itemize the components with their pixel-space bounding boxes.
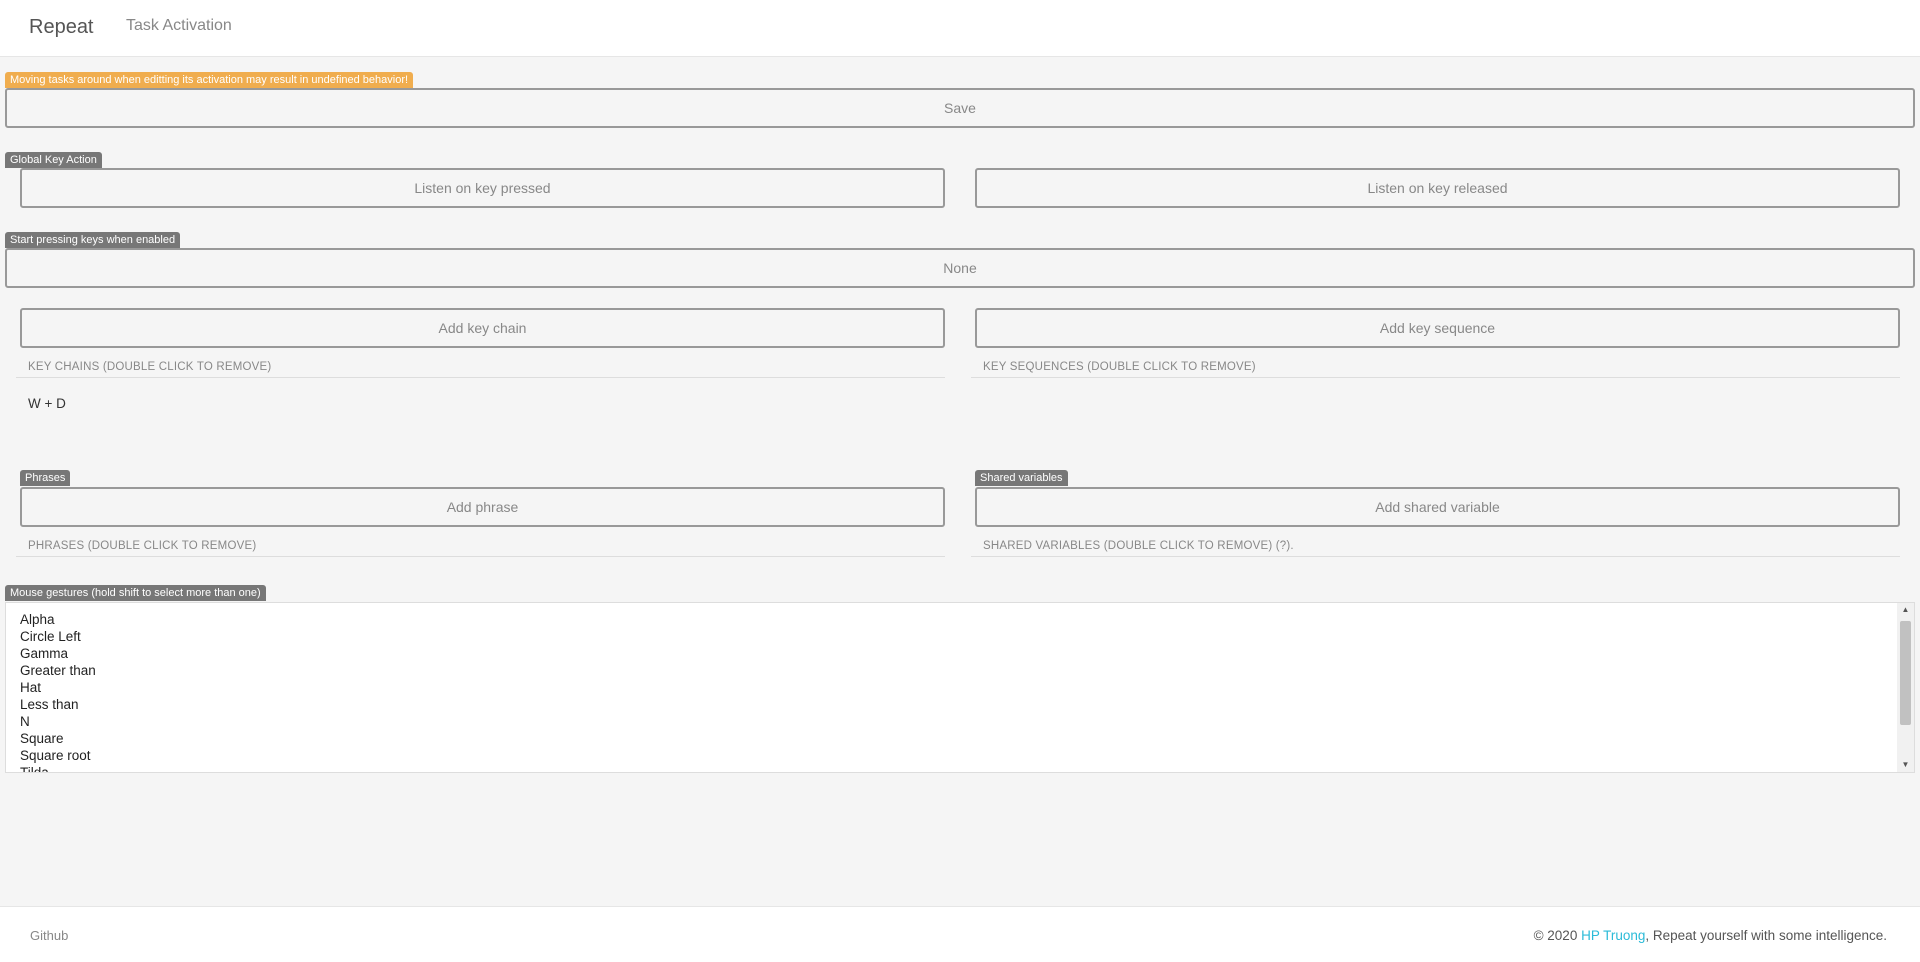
- add-shared-variable-button[interactable]: Add shared variable: [975, 487, 1900, 527]
- add-key-sequence-button[interactable]: Add key sequence: [975, 308, 1900, 348]
- key-chains-header: KEY CHAINS (DOUBLE CLICK TO REMOVE): [16, 356, 945, 378]
- save-button[interactable]: Save: [5, 88, 1915, 128]
- mouse-gestures-list[interactable]: Alpha Circle Left Gamma Greater than Hat…: [5, 602, 1915, 773]
- gesture-option[interactable]: Less than: [6, 696, 1914, 713]
- add-key-chain-button[interactable]: Add key chain: [20, 308, 945, 348]
- gesture-option[interactable]: Circle Left: [6, 628, 1914, 645]
- gesture-option[interactable]: N: [6, 713, 1914, 730]
- gesture-option[interactable]: Square: [6, 730, 1914, 747]
- key-sequences-header: KEY SEQUENCES (DOUBLE CLICK TO REMOVE): [971, 356, 1900, 378]
- gestures-scrollbar[interactable]: ▲ ▼: [1897, 603, 1914, 772]
- phrases-label: Phrases: [20, 470, 71, 486]
- phrases-header: PHRASES (DOUBLE CLICK TO REMOVE): [16, 535, 945, 557]
- add-phrase-button[interactable]: Add phrase: [20, 487, 945, 527]
- warning-label: Moving tasks around when editting its ac…: [5, 72, 414, 88]
- global-key-action-label: Global Key Action: [5, 152, 102, 168]
- gesture-option[interactable]: Greater than: [6, 662, 1914, 679]
- footer: Github © 2020 HP Truong, Repeat yourself…: [0, 906, 1920, 962]
- shared-variables-header[interactable]: SHARED VARIABLES (DOUBLE CLICK TO REMOVE…: [971, 535, 1900, 557]
- author-link[interactable]: HP Truong: [1581, 928, 1645, 943]
- start-pressing-select[interactable]: None: [5, 248, 1915, 288]
- copyright-prefix: © 2020: [1533, 928, 1582, 943]
- key-chain-item[interactable]: W + D: [16, 396, 66, 411]
- copyright-suffix: , Repeat yourself with some intelligence…: [1645, 928, 1887, 943]
- gesture-option[interactable]: Alpha: [6, 611, 1914, 628]
- brand-link[interactable]: Repeat: [29, 16, 94, 39]
- listen-key-released-button[interactable]: Listen on key released: [975, 168, 1900, 208]
- gesture-option[interactable]: Gamma: [6, 645, 1914, 662]
- navbar: Repeat Task Activation: [0, 0, 1920, 57]
- scroll-up-icon[interactable]: ▲: [1897, 603, 1914, 617]
- shared-variables-label: Shared variables: [975, 470, 1068, 486]
- footer-copyright: © 2020 HP Truong, Repeat yourself with s…: [1534, 928, 1887, 943]
- scroll-down-icon[interactable]: ▼: [1897, 758, 1914, 772]
- nav-link-task-activation[interactable]: Task Activation: [126, 17, 232, 35]
- listen-key-pressed-button[interactable]: Listen on key pressed: [20, 168, 945, 208]
- start-pressing-label: Start pressing keys when enabled: [5, 232, 181, 248]
- github-link[interactable]: Github: [30, 928, 68, 943]
- gesture-option[interactable]: Tilda: [6, 764, 1914, 772]
- mouse-gestures-label: Mouse gestures (hold shift to select mor…: [5, 585, 266, 601]
- gesture-option[interactable]: Square root: [6, 747, 1914, 764]
- gesture-option[interactable]: Hat: [6, 679, 1914, 696]
- scroll-thumb[interactable]: [1900, 621, 1911, 725]
